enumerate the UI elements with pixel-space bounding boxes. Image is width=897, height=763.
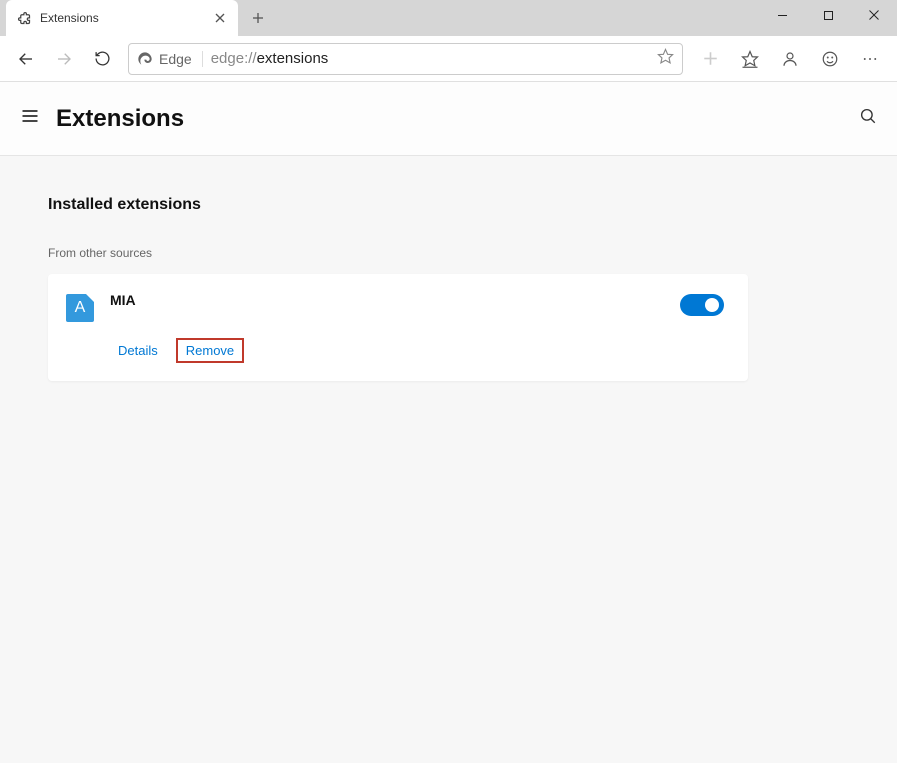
url-text: edge://extensions	[211, 50, 649, 67]
minimize-button[interactable]	[759, 0, 805, 30]
subsection-label: From other sources	[48, 246, 849, 260]
favorites-icon[interactable]	[731, 41, 769, 77]
add-icon[interactable]	[691, 41, 729, 77]
details-link[interactable]: Details	[110, 339, 166, 362]
more-icon[interactable]	[851, 41, 889, 77]
remove-link[interactable]: Remove	[176, 338, 244, 363]
extension-icon: A	[66, 294, 94, 322]
section-title: Installed extensions	[48, 196, 849, 214]
back-button[interactable]	[8, 41, 44, 77]
browser-toolbar: Edge edge://extensions	[0, 36, 897, 82]
site-identity: Edge	[137, 51, 203, 67]
extension-body: MIA Details Remove	[110, 292, 664, 363]
window-controls	[759, 0, 897, 32]
browser-tab[interactable]: Extensions	[6, 0, 238, 36]
tab-title: Extensions	[40, 11, 204, 25]
extension-name: MIA	[110, 292, 664, 308]
enable-toggle[interactable]	[680, 294, 724, 316]
forward-button[interactable]	[46, 41, 82, 77]
new-tab-button[interactable]	[244, 4, 272, 32]
titlebar: Extensions	[0, 0, 897, 36]
toolbar-right	[691, 41, 889, 77]
hamburger-menu-icon[interactable]	[20, 106, 40, 131]
extension-actions: Details Remove	[110, 338, 664, 363]
refresh-button[interactable]	[84, 41, 120, 77]
profile-icon[interactable]	[771, 41, 809, 77]
extension-card: A MIA Details Remove	[48, 274, 748, 381]
search-icon[interactable]	[859, 107, 877, 130]
close-tab-button[interactable]	[212, 10, 228, 26]
site-identity-label: Edge	[159, 51, 192, 67]
address-bar[interactable]: Edge edge://extensions	[128, 43, 683, 75]
page-title: Extensions	[56, 105, 843, 133]
extension-puzzle-icon	[16, 10, 32, 26]
smiley-icon[interactable]	[811, 41, 849, 77]
content-area: Installed extensions From other sources …	[0, 156, 897, 421]
page-content: Extensions Installed extensions From oth…	[0, 82, 897, 763]
page-header: Extensions	[0, 82, 897, 156]
favorite-star-icon[interactable]	[657, 48, 674, 70]
maximize-button[interactable]	[805, 0, 851, 30]
close-window-button[interactable]	[851, 0, 897, 30]
